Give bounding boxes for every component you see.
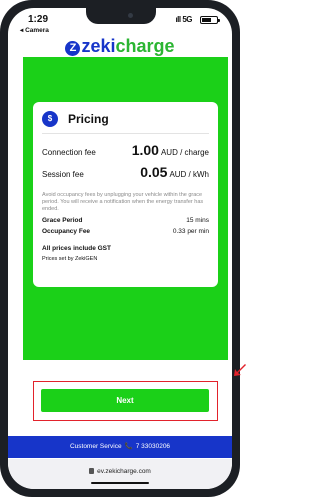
pricing-panel: $ Pricing Connection fee 1.00 AUD / charg… [23,57,228,360]
session-fee-label: Session fee [42,170,84,179]
pricing-title: Pricing [68,111,109,126]
browser-url-bar[interactable]: ev.zekicharge.com [8,459,232,489]
prices-set-by: Prices set by ZekiGEN [42,255,98,262]
session-fee-value: 0.05 AUD / kWh [140,164,209,180]
customer-service-phone[interactable]: 7 33030206 [136,443,170,450]
annotation-arrow-icon [234,364,246,376]
battery-icon [200,16,220,24]
status-bar: 1:29 ◂ Camera ıll 5G [8,8,232,38]
home-indicator[interactable] [91,482,149,484]
session-fee-amount: 0.05 [140,164,168,180]
logo-text-part2: charge [115,36,175,56]
zeki-logo-mark-icon: Z [65,41,81,56]
connection-fee-label: Connection fee [42,148,96,157]
grace-period-value: 15 mins [186,216,209,224]
session-fee-unit: AUD / kWh [169,170,209,179]
gst-note: All prices include GST [42,244,111,252]
phone-icon: 📞 [124,443,133,450]
next-button[interactable]: Next [41,389,209,412]
customer-service-label: Customer Service [69,443,122,450]
network-type: 5G [182,15,192,24]
grace-period-label: Grace Period [42,216,83,224]
dollar-icon: $ [42,110,58,127]
grace-period-row: Grace Period 15 mins [42,217,209,224]
connection-fee-value: 1.00 AUD / charge [132,142,209,158]
customer-service-bar[interactable]: Customer Service 📞 7 33030206 [8,436,232,458]
browser-url[interactable]: ev.zekicharge.com [97,468,151,475]
connection-fee-unit: AUD / charge [160,148,209,157]
connection-fee-row: Connection fee 1.00 AUD / charge [42,142,209,158]
status-time: 1:29 [28,14,49,25]
next-button-highlight: Next [33,381,218,421]
zekicharge-logo: Zzekicharge [8,36,232,57]
pricing-card-header: $ Pricing [42,110,209,134]
occupancy-fee-value: 0.33 per min [172,227,209,235]
signal-indicator: ıll 5G [175,15,192,24]
battery-level [202,18,211,22]
connection-fee-amount: 1.00 [131,142,159,158]
pricing-card: $ Pricing Connection fee 1.00 AUD / charg… [33,102,218,287]
occupancy-fee-label: Occupancy Fee [42,227,91,235]
screen: 1:29 ◂ Camera ıll 5G Zzekicharge $ Prici… [8,8,232,489]
occupancy-note: Avoid occupancy fees by unplugging your … [42,192,204,212]
phone-frame: 1:29 ◂ Camera ıll 5G Zzekicharge $ Prici… [0,0,240,497]
logo-text-part1: zeki [81,36,116,56]
back-to-app-link[interactable]: ◂ Camera [20,26,49,34]
session-fee-row: Session fee 0.05 AUD / kWh [42,164,209,180]
lock-icon [89,468,95,474]
occupancy-fee-row: Occupancy Fee 0.33 per min [42,228,209,235]
